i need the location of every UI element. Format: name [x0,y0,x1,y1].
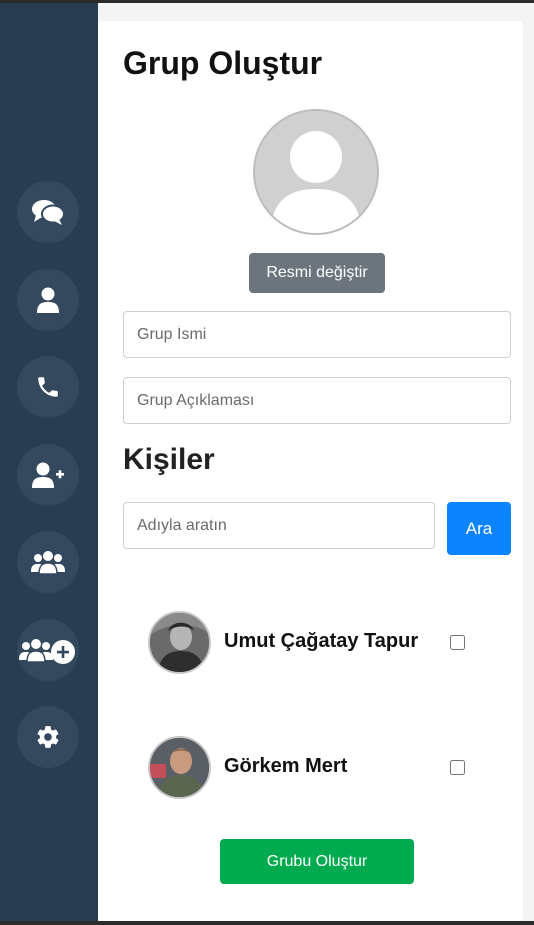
contact-name: Görkem Mert [224,755,348,777]
group-name-input[interactable] [123,311,511,358]
nav-settings-button[interactable] [17,706,79,768]
user-silhouette-icon [255,111,377,233]
phone-icon [38,377,58,397]
nav-add-contact-button[interactable] [17,444,79,506]
page-title: Grup Oluştur [123,45,323,81]
group-avatar-placeholder [253,109,379,235]
nav-profile-button[interactable] [17,269,79,331]
nav-chats-button[interactable] [17,181,79,243]
nav-create-group-button[interactable] [17,619,79,681]
create-group-button[interactable]: Grubu Oluştur [220,839,414,884]
contact-list-item[interactable]: Görkem Mert [148,736,478,800]
nav-calls-button[interactable] [17,356,79,418]
users-group-icon [31,551,65,574]
nav-groups-button[interactable] [17,531,79,593]
contact-photo [150,738,209,797]
group-description-input[interactable] [123,377,511,424]
change-photo-button[interactable]: Resmi değiştir [249,253,385,293]
contacts-section-title: Kişiler [123,443,215,476]
gear-icon [37,726,59,748]
contact-avatar [148,736,211,799]
user-icon [37,287,59,313]
contact-search-input[interactable] [123,502,435,549]
add-group-icon [19,639,75,664]
sidebar [0,3,98,921]
contact-select-checkbox[interactable] [450,635,465,650]
main-panel: Grup Oluştur Resmi değiştir Kişiler Ara [98,3,534,921]
chat-bubbles-icon [32,200,65,225]
contact-select-checkbox[interactable] [450,760,465,775]
search-button[interactable]: Ara [447,502,511,555]
contact-photo [150,613,209,672]
contact-name: Umut Çağatay Tapur [224,630,419,652]
contact-avatar [148,611,211,674]
contact-list-item[interactable]: Umut Çağatay Tapur [148,611,478,675]
create-group-card: Grup Oluştur Resmi değiştir Kişiler Ara [98,21,523,921]
add-user-icon [32,462,64,488]
